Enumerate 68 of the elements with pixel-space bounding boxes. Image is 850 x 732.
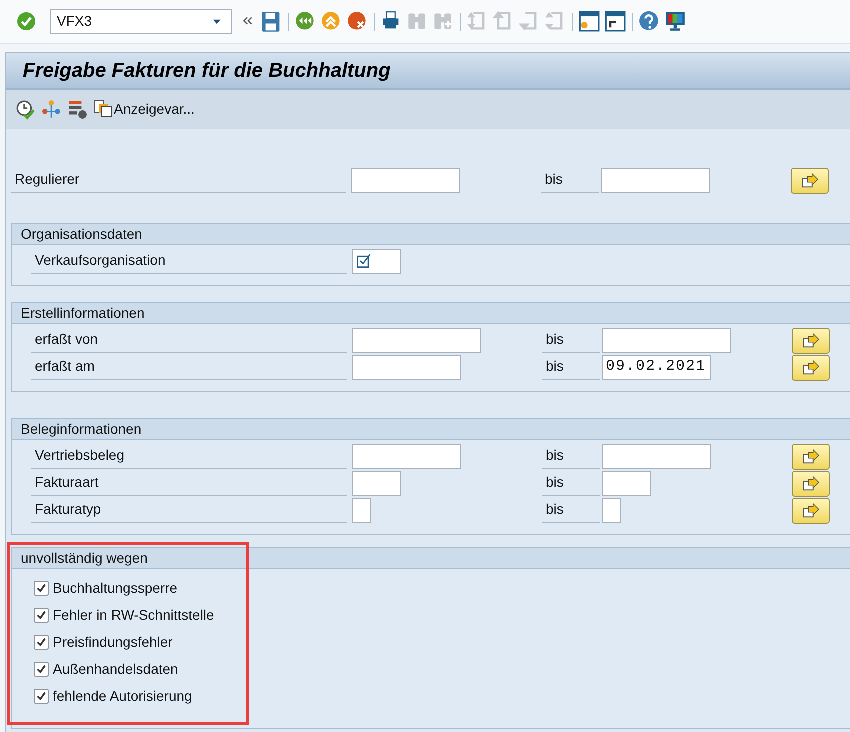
multiple-selection-button[interactable] xyxy=(792,354,830,380)
multiple-selection-icon xyxy=(356,253,373,270)
window-title: Freigabe Fakturen für die Buchhaltung xyxy=(23,58,391,84)
help-icon[interactable] xyxy=(639,11,660,32)
checkbox-label: Fehler in RW-Schnittstelle xyxy=(53,606,214,625)
input-field[interactable] xyxy=(602,498,621,523)
list-settings-icon[interactable] xyxy=(68,100,88,120)
checkbox[interactable] xyxy=(34,581,49,596)
hierarchy-icon[interactable] xyxy=(42,100,62,120)
checkbox-label: Buchhaltungssperre xyxy=(53,579,178,598)
field-label: erfaßt von xyxy=(31,328,347,352)
multiple-selection-button[interactable] xyxy=(792,444,830,470)
field-label: Verkaufsorganisation xyxy=(31,250,347,274)
arrow-icon xyxy=(802,474,820,492)
monitor-icon[interactable] xyxy=(665,11,686,32)
input-field[interactable] xyxy=(352,249,401,274)
checkbox[interactable] xyxy=(34,689,49,704)
save-icon[interactable] xyxy=(260,10,282,32)
checkbox[interactable] xyxy=(34,635,49,650)
arrow-icon xyxy=(801,172,819,190)
field-label: Fakturatyp xyxy=(31,498,347,522)
field-label: bis xyxy=(542,444,600,468)
checkbox-label: Preisfindungsfehler xyxy=(53,633,173,652)
cancel-icon[interactable] xyxy=(347,11,368,32)
field-label: bis xyxy=(542,356,600,380)
arrow-icon xyxy=(802,448,820,466)
multiple-selection-button[interactable] xyxy=(791,168,829,194)
checkbox[interactable] xyxy=(34,608,49,623)
field-label: bis xyxy=(541,168,599,192)
variant-icon xyxy=(94,100,113,119)
checkbox-label: Außenhandelsdaten xyxy=(53,660,178,679)
command-field[interactable]: VFX3 xyxy=(50,9,232,34)
field-label: bis xyxy=(542,472,600,496)
input-field[interactable] xyxy=(601,168,710,193)
field-label: bis xyxy=(542,328,600,352)
input-field[interactable] xyxy=(352,444,461,469)
input-field[interactable] xyxy=(602,471,651,496)
checkbox-label: fehlende Autorisierung xyxy=(53,687,192,706)
arrow-icon xyxy=(802,332,820,350)
new-window-icon[interactable] xyxy=(579,11,600,32)
input-field[interactable] xyxy=(351,168,460,193)
field-label: Regulierer xyxy=(11,168,346,192)
group-title: unvollständig wegen xyxy=(12,548,850,569)
field-label: Fakturaart xyxy=(31,472,347,496)
input-field[interactable] xyxy=(602,444,711,469)
group-title: Organisationsdaten xyxy=(12,224,850,245)
back-icon[interactable] xyxy=(295,11,316,32)
arrow-icon xyxy=(802,502,820,520)
multiple-selection-button[interactable] xyxy=(792,470,830,496)
input-field[interactable]: 09.02.2021 xyxy=(602,355,711,380)
multiple-selection-button[interactable] xyxy=(792,498,830,524)
input-field[interactable] xyxy=(352,498,371,523)
group-title: Beleginformationen xyxy=(12,419,850,440)
input-field[interactable] xyxy=(602,328,731,353)
multiple-selection-button[interactable] xyxy=(792,328,830,354)
field-label: erfaßt am xyxy=(31,356,347,380)
display-variant-button[interactable]: Anzeigevar... xyxy=(94,99,195,120)
shortcut-window-icon[interactable] xyxy=(605,11,626,32)
field-label: bis xyxy=(542,498,600,522)
ok-icon[interactable] xyxy=(17,12,36,31)
execute-clock-icon[interactable] xyxy=(16,100,36,120)
field-label: Vertriebsbeleg xyxy=(31,444,347,468)
arrow-icon xyxy=(802,358,820,376)
checkbox[interactable] xyxy=(34,662,49,677)
input-field[interactable] xyxy=(352,328,481,353)
input-field[interactable] xyxy=(352,355,461,380)
input-field[interactable] xyxy=(352,471,401,496)
group-title: Erstellinformationen xyxy=(12,303,850,324)
